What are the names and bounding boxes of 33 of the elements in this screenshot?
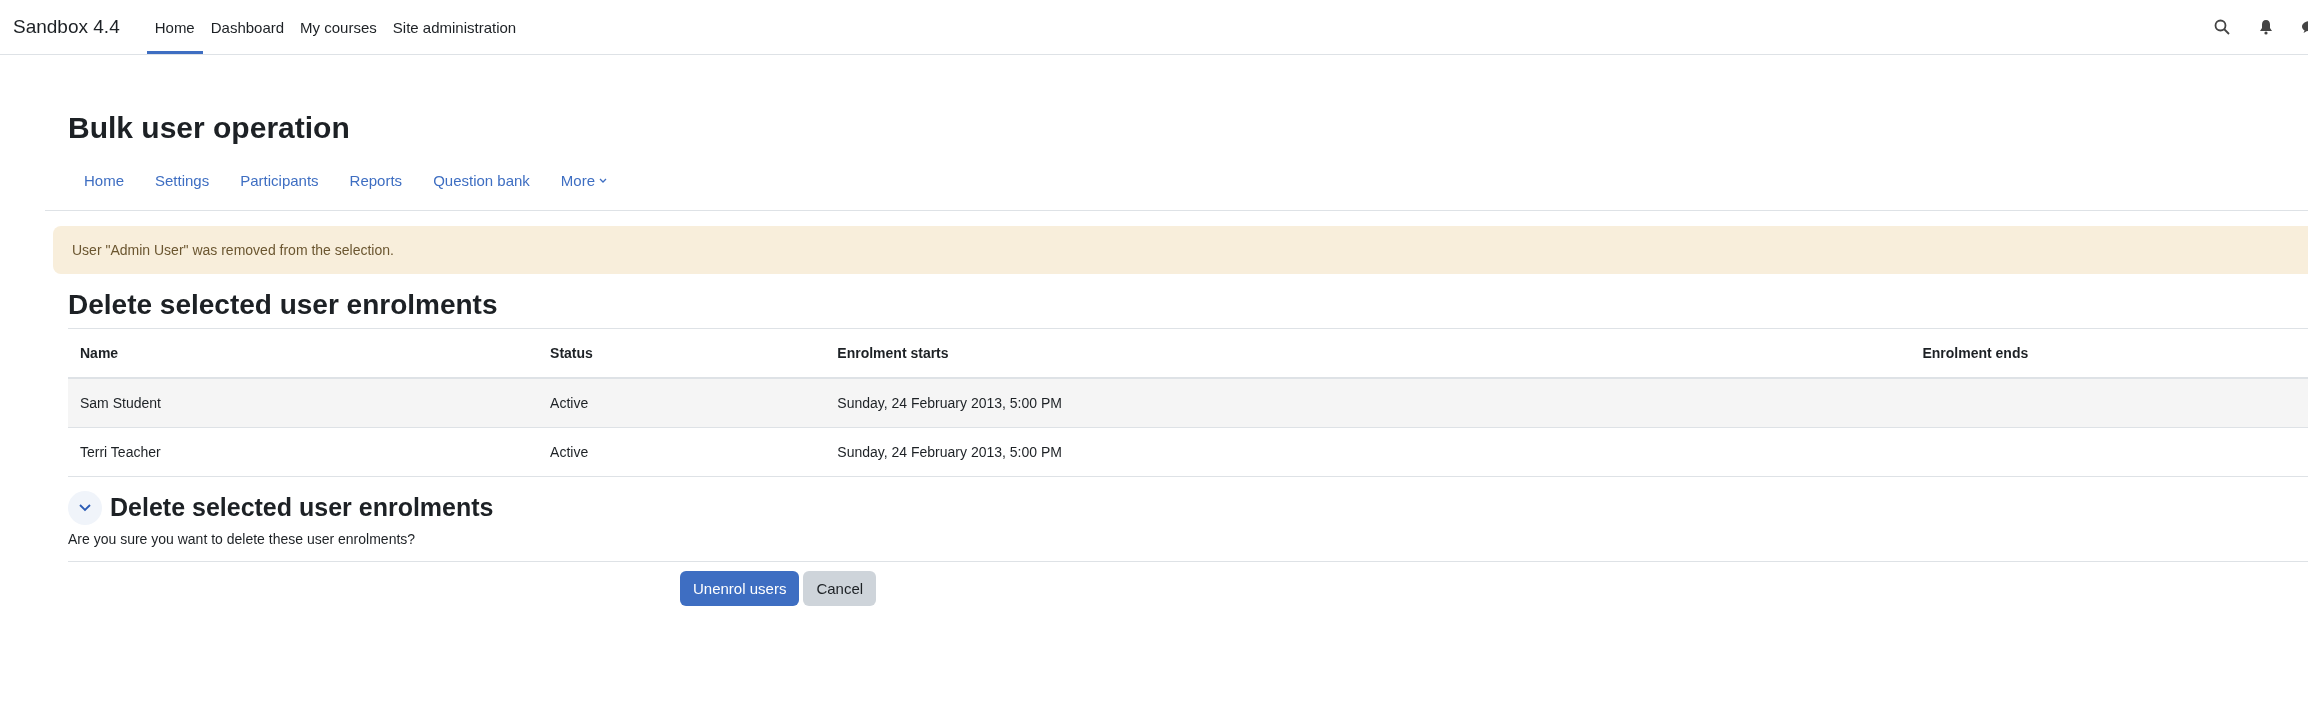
column-header: Name bbox=[79, 344, 120, 361]
nav-link[interactable]: My courses bbox=[292, 0, 385, 54]
alert-message: User "Admin User" was removed from the selection. bbox=[53, 226, 2308, 274]
nav-link[interactable]: Home bbox=[146, 0, 203, 54]
page-title: Bulk user operation bbox=[68, 110, 351, 146]
bell-icon[interactable] bbox=[2259, 19, 2273, 35]
table-cell: Active bbox=[550, 394, 589, 411]
secondary-nav-link[interactable]: Participants bbox=[240, 172, 319, 189]
site-name[interactable]: Sandbox 4.4 bbox=[13, 16, 120, 38]
table-cell: Active bbox=[550, 443, 589, 460]
secondary-nav-link[interactable]: Home bbox=[84, 172, 124, 189]
chevron-icon bbox=[78, 502, 92, 513]
search-icon[interactable] bbox=[2214, 19, 2230, 35]
secondary-nav-link[interactable]: Settings bbox=[155, 172, 210, 189]
column-header: Status bbox=[549, 344, 594, 361]
column-header: Enrolment starts bbox=[836, 344, 950, 361]
table-cell: Sam Student bbox=[80, 394, 161, 411]
submit-button[interactable]: Unenrol users bbox=[680, 570, 800, 606]
table-cell: Sunday, 24 February 2013, 5:00 PM bbox=[837, 394, 1062, 411]
section-title: Delete selected user enrolments bbox=[110, 493, 494, 523]
nav-link[interactable]: Dashboard bbox=[202, 0, 293, 54]
section-heading: Delete selected user enrolments bbox=[68, 288, 499, 322]
secondary-nav-link[interactable]: Question bank bbox=[433, 172, 530, 189]
secondary-nav-link[interactable]: Reports bbox=[349, 172, 403, 189]
cancel-button[interactable]: Cancel bbox=[803, 570, 877, 606]
collapse-toggle[interactable] bbox=[68, 490, 102, 525]
table-cell: Sunday, 24 February 2013, 5:00 PM bbox=[837, 443, 1062, 460]
table-cell: Terri Teacher bbox=[80, 443, 161, 460]
secondary-nav-link[interactable]: More bbox=[560, 172, 608, 189]
chevron-down-icon bbox=[599, 177, 608, 184]
confirmation-text: Are you sure you want to delete these user enrolments? bbox=[68, 530, 417, 547]
column-header: Enrolment ends bbox=[1921, 344, 2030, 361]
nav-link[interactable]: Site administration bbox=[384, 0, 525, 54]
